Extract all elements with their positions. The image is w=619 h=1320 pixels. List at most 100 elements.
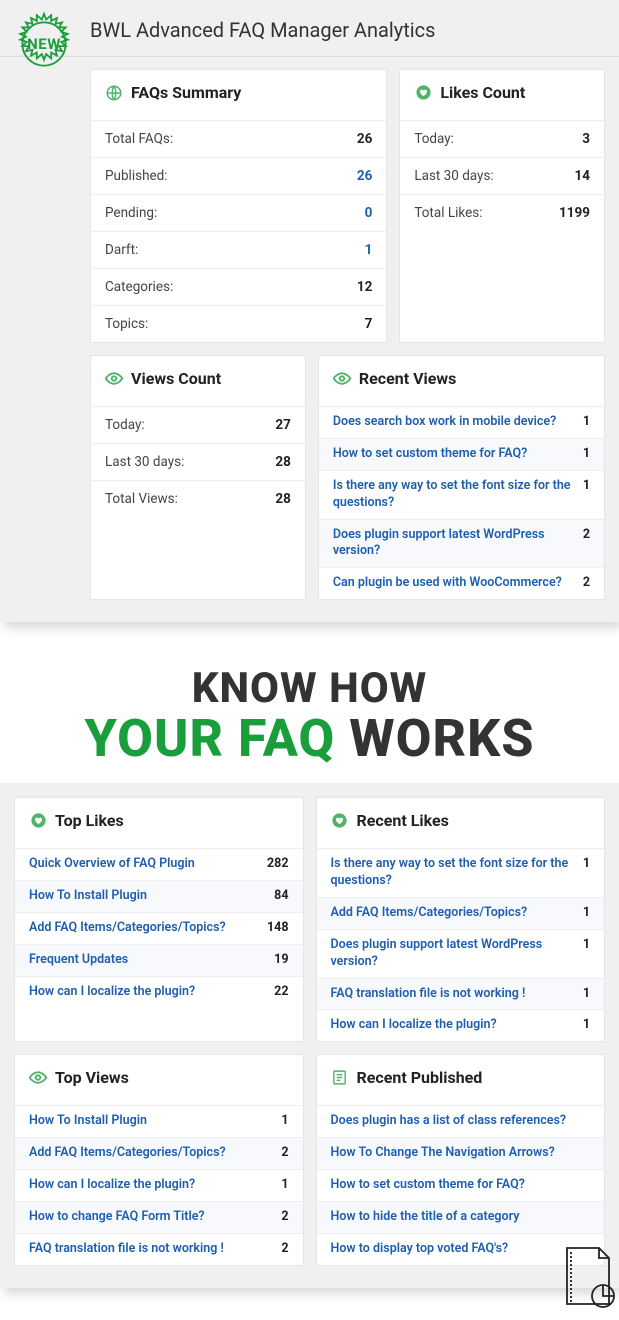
list-link[interactable]: Add FAQ Items/Categories/Topics?	[29, 1145, 226, 1162]
stat-label: Categories:	[105, 279, 173, 295]
stat-label: Darft:	[105, 242, 138, 258]
list-row: How to set custom theme for FAQ?	[317, 1169, 605, 1201]
stat-label: Published:	[105, 168, 168, 184]
list-link[interactable]: Can plugin be used with WooCommerce?	[333, 575, 562, 592]
heart-icon	[331, 812, 349, 830]
stat-row: Darft: 1	[91, 231, 386, 268]
topviews-title: Top Views	[55, 1068, 129, 1087]
page-title: BWL Advanced FAQ Manager Analytics	[0, 0, 619, 57]
eye-icon	[333, 370, 351, 388]
list-row: How To Change The Navigation Arrows?	[317, 1137, 605, 1169]
list-link[interactable]: FAQ translation file is not working !	[29, 1241, 224, 1258]
hero-text: KNOW HOW YOUR FAQ WORKS	[0, 650, 619, 783]
list-row: Does search box work in mobile device?1	[319, 406, 604, 438]
list-link[interactable]: Is there any way to set the font size fo…	[331, 856, 573, 890]
stat-row: Published: 26	[91, 157, 386, 194]
list-row: Does plugin has a list of class referenc…	[317, 1105, 605, 1137]
list-link[interactable]: FAQ translation file is not working !	[331, 986, 526, 1003]
list-count: 1	[583, 905, 590, 920]
list-link[interactable]: Does search box work in mobile device?	[333, 414, 556, 431]
stat-label: Total Views:	[105, 491, 178, 507]
stat-value: 3	[582, 131, 590, 147]
stat-row: Today:3	[400, 120, 604, 157]
list-link[interactable]: How to set custom theme for FAQ?	[333, 446, 527, 463]
list-count: 1	[281, 1177, 288, 1192]
likes-count-card: Likes Count Today:3Last 30 days:14Total …	[399, 69, 605, 343]
stat-label: Total Likes:	[414, 205, 482, 221]
stat-row: Today:27	[91, 406, 305, 443]
recent-views-card: Recent Views Does search box work in mob…	[318, 355, 605, 600]
list-row: Is there any way to set the font size fo…	[317, 848, 605, 897]
list-link[interactable]: Does plugin support latest WordPress ver…	[331, 937, 573, 971]
new-badge-text: NEW	[27, 35, 61, 53]
list-link[interactable]: Frequent Updates	[29, 952, 128, 969]
list-link[interactable]: Add FAQ Items/Categories/Topics?	[29, 920, 226, 937]
list-count: 2	[583, 527, 590, 542]
stat-label: Pending:	[105, 205, 157, 221]
list-link[interactable]: Quick Overview of FAQ Plugin	[29, 856, 195, 873]
stat-row: Topics:7	[91, 305, 386, 342]
list-count: 1	[583, 937, 590, 952]
recentlikes-title: Recent Likes	[357, 811, 449, 830]
globe-icon	[105, 84, 123, 102]
stat-value: 12	[357, 279, 373, 295]
stat-label: Topics:	[105, 316, 148, 332]
report-icon	[561, 1246, 615, 1308]
list-count: 1	[583, 1017, 590, 1032]
stat-value: 26	[357, 131, 373, 147]
list-link[interactable]: How To Change The Navigation Arrows?	[331, 1145, 555, 1162]
stat-value[interactable]: 26	[357, 168, 373, 184]
list-link[interactable]: Does plugin support latest WordPress ver…	[333, 527, 573, 561]
recent-published-card: Recent Published Does plugin has a list …	[316, 1054, 606, 1265]
new-badge: NEW	[8, 8, 80, 80]
list-count: 22	[274, 984, 288, 999]
hero-line2: YOUR FAQ WORKS	[0, 713, 619, 765]
list-link[interactable]: How to display top voted FAQ's?	[331, 1241, 509, 1258]
toplikes-title: Top Likes	[55, 811, 124, 830]
list-row: Quick Overview of FAQ Plugin 282	[15, 848, 303, 880]
list-row: FAQ translation file is not working ! 2	[15, 1233, 303, 1265]
stat-value: 1199	[559, 205, 590, 221]
list-count: 2	[281, 1241, 288, 1256]
likes-title: Likes Count	[440, 83, 525, 102]
list-row: Is there any way to set the font size fo…	[319, 470, 604, 519]
list-link[interactable]: How to change FAQ Form Title?	[29, 1209, 205, 1226]
list-row: How to set custom theme for FAQ?1	[319, 438, 604, 470]
list-count: 2	[583, 575, 590, 590]
list-link[interactable]: How To Install Plugin	[29, 888, 147, 905]
list-row: FAQ translation file is not working !1	[317, 978, 605, 1010]
recentviews-title: Recent Views	[359, 369, 457, 388]
list-count: 84	[274, 888, 288, 903]
list-count: 19	[274, 952, 288, 967]
stat-row: Last 30 days:14	[400, 157, 604, 194]
list-row: How can I localize the plugin? 22	[15, 976, 303, 1008]
list-row: How can I localize the plugin? 1	[15, 1169, 303, 1201]
list-row: Add FAQ Items/Categories/Topics?2	[15, 1137, 303, 1169]
list-link[interactable]: How To Install Plugin	[29, 1113, 147, 1130]
list-link[interactable]: Add FAQ Items/Categories/Topics?	[331, 905, 528, 922]
dashboard-section-1: FAQs Summary Total FAQs:26 Published: 26 Pe…	[0, 57, 619, 622]
stat-label: Today:	[105, 417, 145, 433]
list-row: How To Install Plugin1	[15, 1105, 303, 1137]
list-row: Can plugin be used with WooCommerce? 2	[319, 567, 604, 599]
eye-icon	[105, 370, 123, 388]
stat-row: Total FAQs:26	[91, 120, 386, 157]
list-row: How can I localize the plugin? 1	[317, 1009, 605, 1041]
list-link[interactable]: How to set custom theme for FAQ?	[331, 1177, 525, 1194]
list-link[interactable]: How can I localize the plugin?	[29, 984, 195, 1001]
stat-value[interactable]: 1	[365, 242, 373, 258]
list-count: 1	[583, 478, 590, 493]
list-row: How To Install Plugin 84	[15, 880, 303, 912]
list-link[interactable]: Does plugin has a list of class referenc…	[331, 1113, 567, 1130]
stat-value[interactable]: 0	[365, 205, 373, 221]
summary-title: FAQs Summary	[131, 83, 241, 102]
list-link[interactable]: How can I localize the plugin?	[331, 1017, 497, 1034]
stat-row: Total Likes: 1199	[400, 194, 604, 231]
hero-line1: KNOW HOW	[0, 664, 619, 713]
list-count: 282	[267, 856, 289, 871]
list-link[interactable]: Is there any way to set the font size fo…	[333, 478, 573, 512]
stat-value: 28	[275, 491, 291, 507]
list-link[interactable]: How to hide the title of a category	[331, 1209, 520, 1226]
list-link[interactable]: How can I localize the plugin?	[29, 1177, 195, 1194]
stat-label: Last 30 days:	[105, 454, 184, 470]
